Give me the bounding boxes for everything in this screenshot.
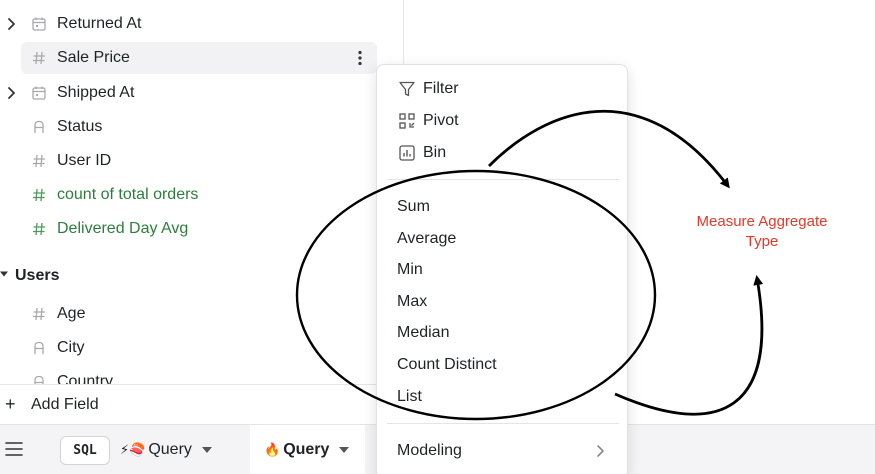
field-label: count of total orders — [57, 186, 199, 203]
tab-label: Query — [283, 441, 330, 458]
field-row-user-id[interactable]: User ID — [0, 145, 403, 177]
hash-icon — [33, 307, 45, 321]
field-label: Shipped At — [57, 84, 135, 101]
field-row-age[interactable]: Age — [0, 298, 403, 330]
text-type-icon — [34, 341, 44, 354]
field-label: Delivered Day Avg — [57, 220, 189, 237]
field-label: Age — [57, 305, 86, 322]
menu-divider — [387, 423, 619, 424]
menu-item-bin[interactable]: Bin — [377, 137, 627, 169]
menu-item-max[interactable]: Max — [377, 286, 627, 318]
menu-item-list[interactable]: List — [377, 381, 627, 413]
chevron-right-icon[interactable] — [6, 17, 18, 31]
field-row-shipped-at[interactable]: Shipped At — [0, 77, 403, 109]
menu-item-modeling[interactable]: Modeling — [377, 435, 627, 467]
chevron-right-icon[interactable] — [6, 86, 18, 100]
group-label: Users — [15, 267, 60, 284]
tab-emoji: ⚡🍣 — [120, 442, 146, 458]
field-label: User ID — [57, 152, 112, 169]
text-type-icon — [34, 120, 44, 133]
field-row-country[interactable]: Country — [0, 366, 403, 384]
field-more-options-button[interactable] — [344, 44, 376, 72]
caret-down-icon[interactable] — [339, 447, 350, 453]
field-row-city[interactable]: City — [0, 332, 403, 364]
menu-item-average[interactable]: Average — [377, 223, 627, 255]
hash-icon — [33, 222, 45, 236]
menu-item-label: Average — [397, 230, 457, 247]
menu-item-label: Max — [397, 293, 428, 310]
add-field-button[interactable]: + Add Field — [0, 384, 404, 424]
field-label: Returned At — [57, 15, 142, 32]
hamburger-icon[interactable] — [5, 441, 23, 457]
hash-icon — [33, 154, 45, 168]
menu-item-filter[interactable]: Filter — [377, 73, 627, 105]
menu-item-label: Filter — [423, 80, 459, 97]
kebab-menu-icon — [358, 50, 362, 66]
menu-item-label: List — [397, 388, 422, 405]
pivot-icon — [399, 113, 415, 129]
field-label: Sale Price — [57, 49, 130, 66]
sql-button[interactable]: SQL — [60, 436, 110, 465]
field-row-count-of-total-orders[interactable]: count of total orders — [0, 179, 403, 211]
annotation-label: Measure Aggregate Type — [696, 213, 828, 250]
menu-item-pivot[interactable]: Pivot — [377, 105, 627, 137]
field-context-menu: Filter Pivot Bin Sum Average Min Max Med… — [376, 64, 628, 474]
plus-icon: + — [5, 394, 16, 414]
hash-icon — [33, 188, 45, 202]
caret-down-icon[interactable] — [0, 270, 8, 278]
menu-item-sum[interactable]: Sum — [377, 191, 627, 223]
menu-item-label: Modeling — [397, 442, 462, 459]
menu-item-label: Min — [397, 261, 423, 278]
menu-item-label: Pivot — [423, 112, 459, 129]
bin-icon — [399, 145, 415, 161]
menu-item-label: Bin — [423, 144, 447, 161]
field-list-panel: Returned At Sale Price Shipped At Status… — [0, 0, 404, 384]
query-tab-active[interactable]: 🔥 Query — [250, 425, 366, 474]
calendar-icon — [32, 86, 46, 100]
field-label: Country — [57, 373, 114, 384]
field-row-returned-at[interactable]: Returned At — [0, 8, 403, 40]
field-label: Status — [57, 118, 103, 135]
hash-icon — [33, 51, 45, 65]
caret-down-icon[interactable] — [201, 447, 212, 453]
query-tab[interactable]: ⚡🍣 Query — [120, 425, 212, 474]
field-row-status[interactable]: Status — [0, 111, 403, 143]
menu-item-label: Count Distinct — [397, 356, 497, 373]
menu-item-count-distinct[interactable]: Count Distinct — [377, 349, 627, 381]
calendar-icon — [32, 17, 46, 31]
field-group-users[interactable]: Users — [0, 260, 403, 290]
tab-label: Query — [148, 441, 192, 458]
field-label: City — [57, 339, 85, 356]
text-type-icon — [34, 375, 44, 384]
menu-divider — [387, 179, 619, 180]
menu-item-median[interactable]: Median — [377, 317, 627, 349]
add-field-label: Add Field — [31, 396, 99, 413]
filter-icon — [399, 81, 415, 97]
menu-item-label: Sum — [397, 198, 430, 215]
chevron-right-icon — [597, 445, 604, 457]
menu-item-label: Median — [397, 324, 450, 341]
field-row-sale-price[interactable]: Sale Price — [0, 42, 403, 74]
tab-emoji: 🔥 — [264, 442, 281, 458]
annotation-arrow-lower — [614, 275, 764, 416]
menu-item-min[interactable]: Min — [377, 254, 627, 286]
field-row-delivered-day-avg[interactable]: Delivered Day Avg — [0, 213, 403, 245]
